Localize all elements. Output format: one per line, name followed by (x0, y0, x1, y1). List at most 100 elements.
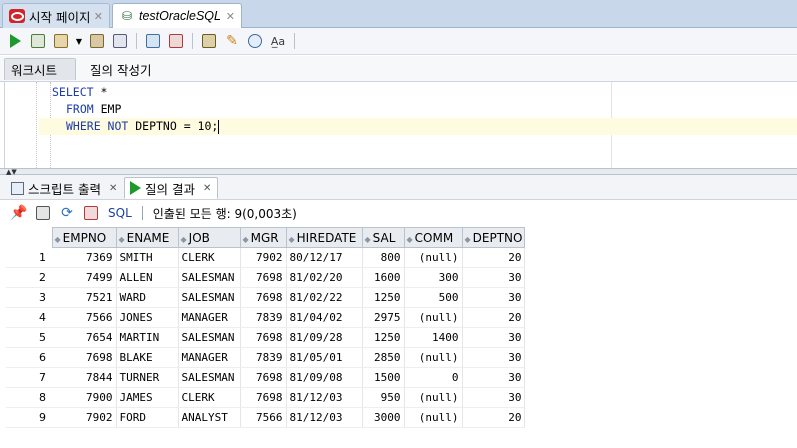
table-cell-deptno[interactable]: 30 (462, 267, 526, 288)
column-header-deptno[interactable]: ◆ DEPTNO (461, 227, 526, 248)
table-cell-deptno[interactable]: 30 (462, 347, 526, 368)
column-header-job[interactable]: ◆ JOB (177, 227, 241, 248)
table-cell-mgr[interactable]: 7839 (240, 307, 287, 328)
table-row[interactable]: 7 7844 TURNER SALESMAN 7698 81/09/08 1500 0 30 (6, 367, 526, 388)
table-cell-mgr[interactable]: 7902 (240, 247, 287, 268)
table-row[interactable]: 6 7698 BLAKE MANAGER 7839 81/05/01 2850 (null) 3… (6, 347, 526, 368)
table-cell-comm[interactable]: 500 (404, 287, 463, 308)
table-cell-sal[interactable]: 800 (362, 247, 405, 268)
table-cell-ename[interactable]: JONES (116, 307, 179, 328)
table-cell-deptno[interactable]: 30 (462, 367, 526, 388)
table-cell-job[interactable]: MANAGER (178, 307, 241, 328)
table-row[interactable]: 4 7566 JONES MANAGER 7839 81/04/02 2975 (null) 2… (6, 307, 526, 328)
tab-query-builder[interactable]: 질의 작성기 (84, 58, 157, 80)
code-line[interactable]: SELECT * (52, 84, 107, 101)
table-row[interactable]: 2 7499 ALLEN SALESMAN 7698 81/02/20 1600 300 30 (6, 267, 526, 288)
format-button[interactable]: A̲a (269, 32, 287, 50)
table-row[interactable]: 1 7369 SMITH CLERK 7902 80/12/17 800 (null) 20 (6, 247, 526, 268)
table-row[interactable]: 9 7902 FORD ANALYST 7566 81/12/03 3000 (null) 20 (6, 407, 526, 428)
close-icon[interactable]: ✕ (203, 183, 211, 194)
table-cell-mgr[interactable]: 7698 (240, 267, 287, 288)
sql-editor[interactable]: SELECT * FROM EMP WHERE NOT DEPTNO = 10; (4, 82, 797, 168)
table-cell-ename[interactable]: FORD (116, 407, 179, 428)
table-cell-mgr[interactable]: 7698 (240, 367, 287, 388)
tab-test-oracle-sql[interactable]: ⛁ testOracleSQL ✕ (112, 3, 242, 29)
dropdown-button[interactable]: ▼ (75, 32, 83, 50)
table-cell-empno[interactable]: 7900 (52, 387, 117, 408)
table-cell-comm[interactable]: 300 (404, 267, 463, 288)
table-cell-job[interactable]: CLERK (178, 247, 241, 268)
close-icon[interactable]: ✕ (109, 183, 117, 194)
commit-button[interactable] (52, 32, 70, 50)
sql-link[interactable]: SQL (108, 206, 132, 220)
rollback-button[interactable] (167, 32, 185, 50)
column-header-sal[interactable]: ◆ SAL (361, 227, 405, 248)
tab-script-output[interactable]: 스크립트 출력 ✕ (6, 177, 122, 199)
table-cell-hiredate[interactable]: 81/02/22 (286, 287, 363, 308)
row-number[interactable]: 7 (6, 367, 52, 388)
column-header-hiredate[interactable]: ◆ HIREDATE (285, 227, 363, 248)
refresh-button[interactable]: ⟳ (58, 204, 76, 222)
table-cell-mgr[interactable]: 7566 (240, 407, 287, 428)
history-button[interactable] (246, 32, 264, 50)
close-icon[interactable]: ✕ (94, 10, 103, 23)
table-cell-empno[interactable]: 7369 (52, 247, 117, 268)
clear-button[interactable]: ✎ (223, 32, 241, 50)
row-number[interactable]: 9 (6, 407, 52, 428)
table-cell-ename[interactable]: WARD (116, 287, 179, 308)
table-cell-comm[interactable]: (null) (404, 347, 463, 368)
code-line[interactable]: FROM EMP (66, 101, 121, 118)
row-number[interactable]: 3 (6, 287, 52, 308)
commit-transaction-button[interactable] (144, 32, 162, 50)
table-cell-deptno[interactable]: 20 (462, 247, 526, 268)
close-icon[interactable]: ✕ (226, 10, 235, 23)
column-header-mgr[interactable]: ◆ MGR (239, 227, 287, 248)
freeze-view-button[interactable]: 📌 (10, 204, 28, 222)
table-cell-comm[interactable]: (null) (404, 307, 463, 328)
table-cell-comm[interactable]: 0 (404, 367, 463, 388)
column-header-comm[interactable]: ◆ COMM (403, 227, 463, 248)
explain-plan-button[interactable] (88, 32, 106, 50)
table-cell-ename[interactable]: JAMES (116, 387, 179, 408)
table-cell-ename[interactable]: BLAKE (116, 347, 179, 368)
table-cell-deptno[interactable]: 20 (462, 307, 526, 328)
table-cell-sal[interactable]: 1600 (362, 267, 405, 288)
table-cell-mgr[interactable]: 7698 (240, 387, 287, 408)
tab-start-page[interactable]: 시작 페이지 ✕ (2, 3, 110, 28)
table-cell-sal[interactable]: 1250 (362, 287, 405, 308)
table-cell-sal[interactable]: 1250 (362, 327, 405, 348)
column-header-ename[interactable]: ◆ ENAME (115, 227, 179, 248)
table-cell-empno[interactable]: 7654 (52, 327, 117, 348)
table-cell-hiredate[interactable]: 81/12/03 (286, 387, 363, 408)
table-cell-ename[interactable]: MARTIN (116, 327, 179, 348)
sql-tuning-button[interactable] (200, 32, 218, 50)
table-cell-job[interactable]: SALESMAN (178, 267, 241, 288)
table-cell-hiredate[interactable]: 81/09/28 (286, 327, 363, 348)
table-cell-hiredate[interactable]: 81/02/20 (286, 267, 363, 288)
table-cell-job[interactable]: SALESMAN (178, 287, 241, 308)
table-cell-job[interactable]: SALESMAN (178, 367, 241, 388)
row-number[interactable]: 1 (6, 247, 52, 268)
table-cell-empno[interactable]: 7566 (52, 307, 117, 328)
table-cell-deptno[interactable]: 30 (462, 387, 526, 408)
column-header-empno[interactable]: ◆ EMPNO (51, 227, 117, 248)
table-cell-hiredate[interactable]: 80/12/17 (286, 247, 363, 268)
tab-query-result[interactable]: 질의 결과 ✕ (124, 177, 218, 199)
table-cell-empno[interactable]: 7499 (52, 267, 117, 288)
table-row[interactable]: 8 7900 JAMES CLERK 7698 81/12/03 950 (null) 30 (6, 387, 526, 408)
table-cell-job[interactable]: MANAGER (178, 347, 241, 368)
row-number[interactable]: 8 (6, 387, 52, 408)
cancel-button[interactable] (82, 204, 100, 222)
table-cell-deptno[interactable]: 20 (462, 407, 526, 428)
row-number[interactable]: 5 (6, 327, 52, 348)
table-cell-comm[interactable]: (null) (404, 407, 463, 428)
table-cell-empno[interactable]: 7698 (52, 347, 117, 368)
table-cell-sal[interactable]: 950 (362, 387, 405, 408)
table-cell-deptno[interactable]: 30 (462, 287, 526, 308)
table-cell-empno[interactable]: 7521 (52, 287, 117, 308)
table-cell-sal[interactable]: 2975 (362, 307, 405, 328)
table-cell-ename[interactable]: SMITH (116, 247, 179, 268)
table-cell-deptno[interactable]: 30 (462, 327, 526, 348)
tab-worksheet[interactable]: 워크시트 (4, 58, 76, 80)
table-cell-job[interactable]: SALESMAN (178, 327, 241, 348)
